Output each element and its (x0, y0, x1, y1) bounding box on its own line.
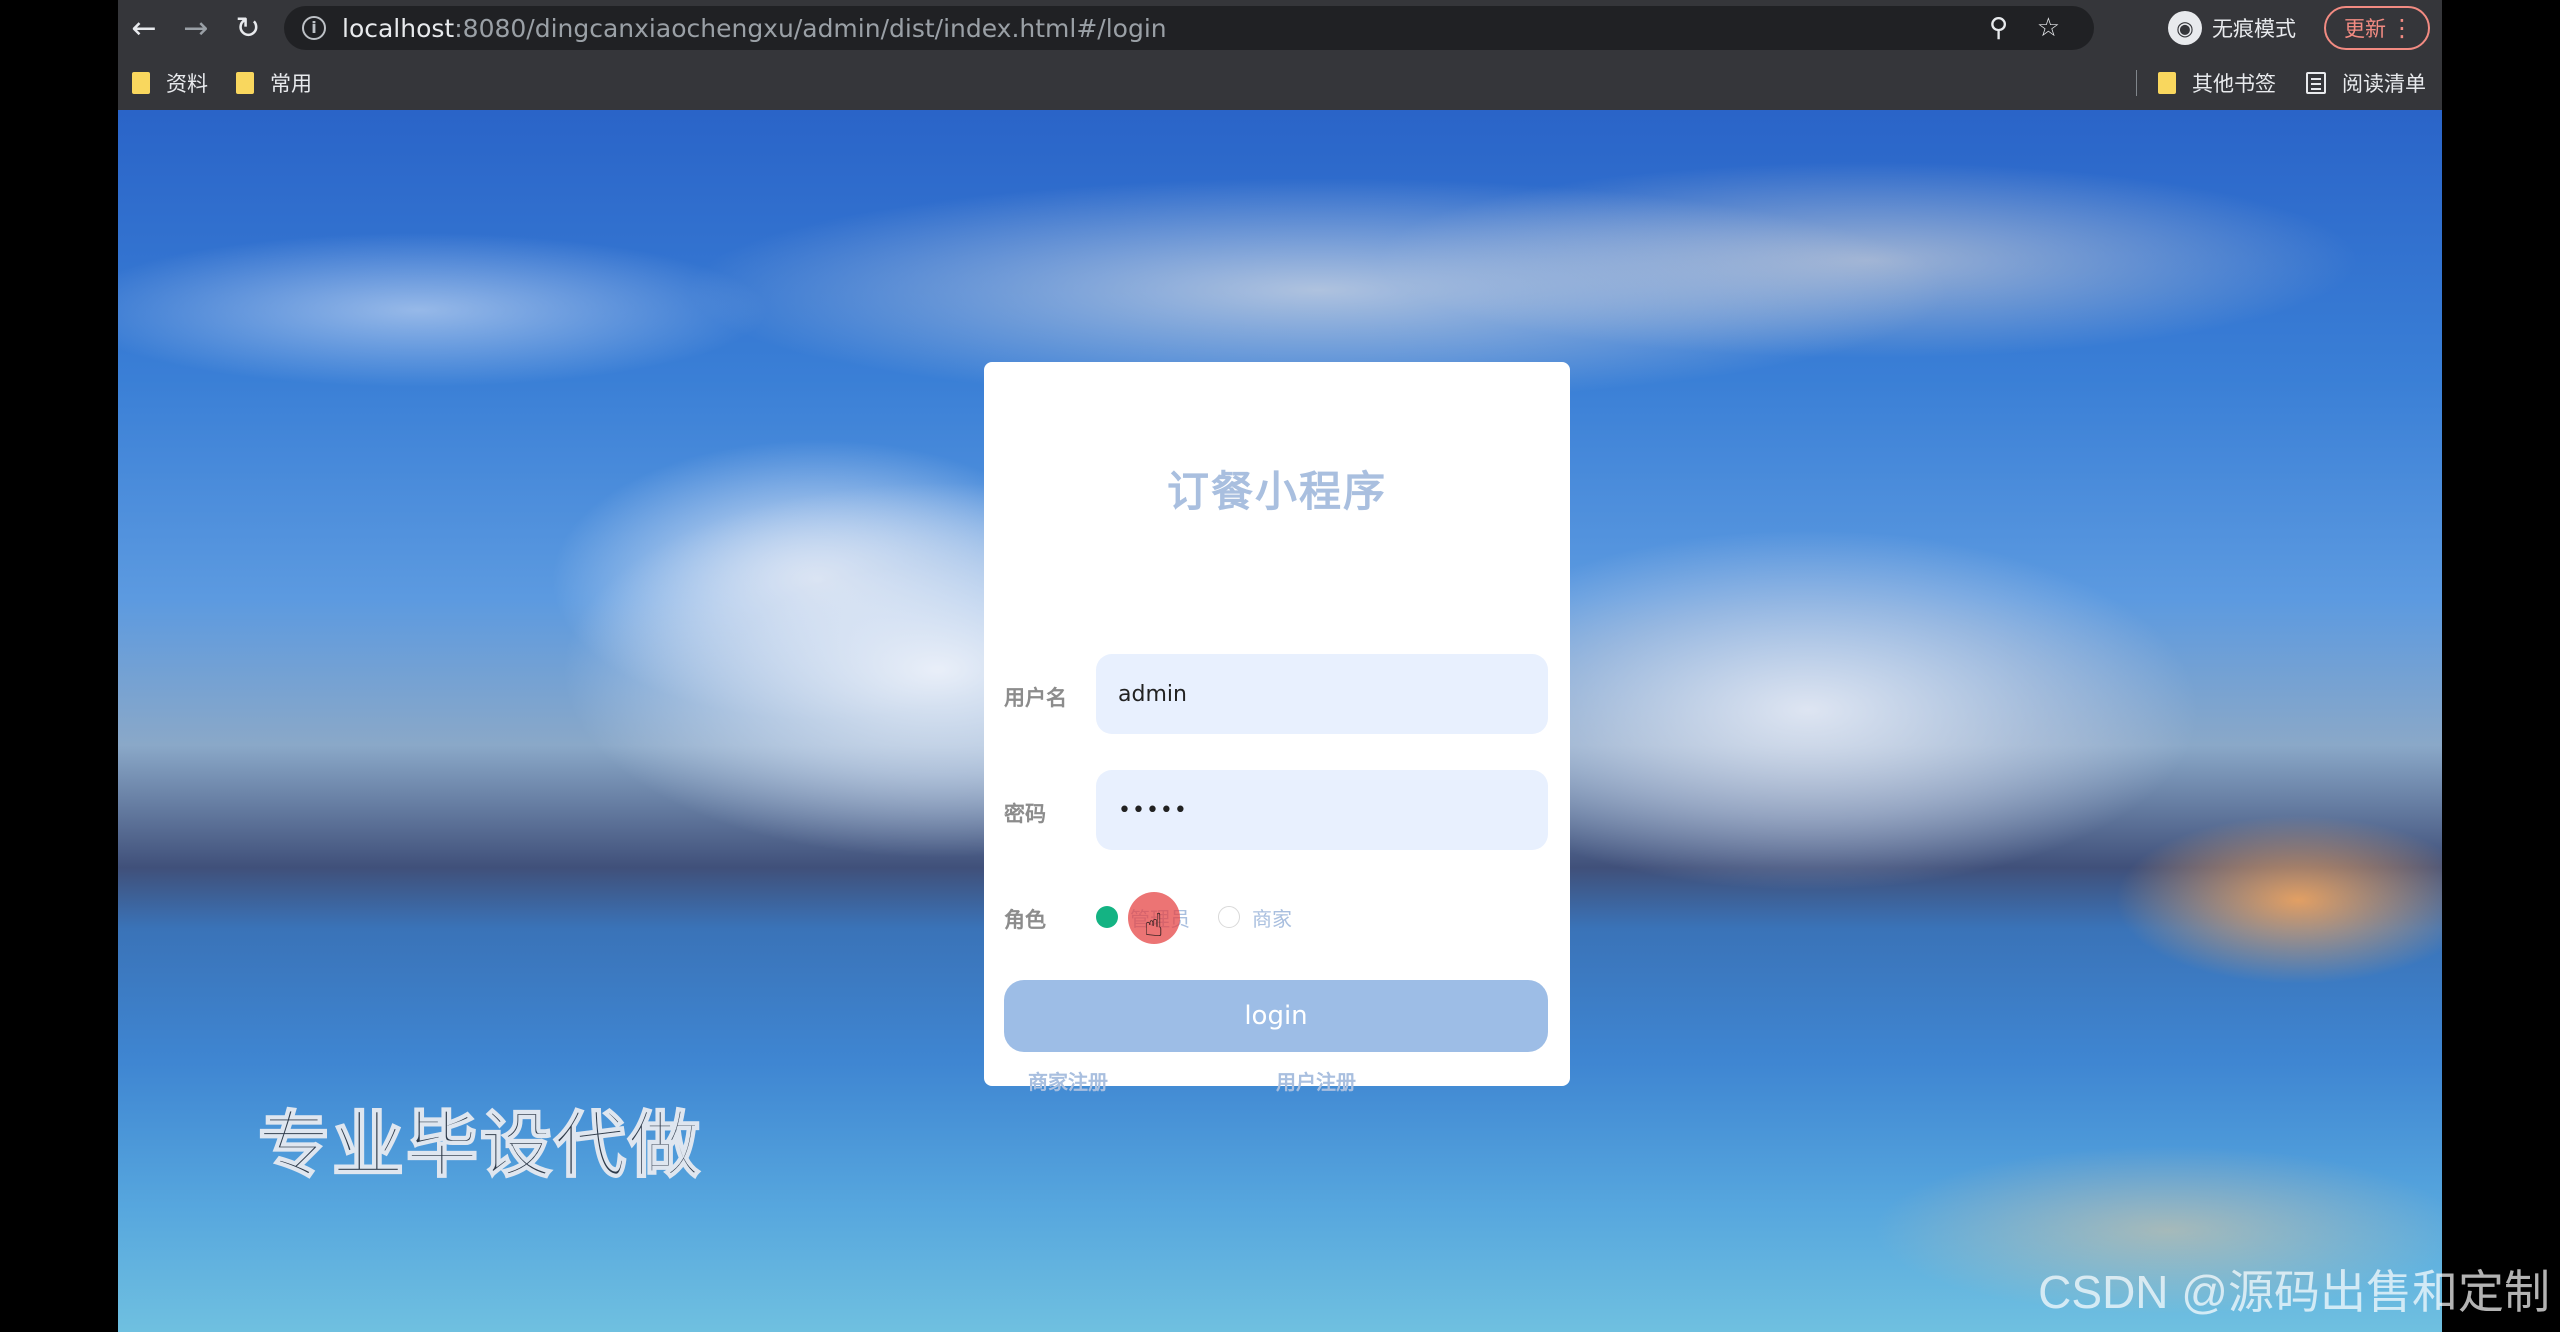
other-bookmarks-label: 其他书签 (2192, 72, 2276, 96)
login-button[interactable]: login (1004, 980, 1548, 1052)
key-icon[interactable]: ⚲ (1989, 13, 2008, 43)
update-label: 更新 (2344, 17, 2386, 41)
incognito-label: 无痕模式 (2212, 17, 2296, 41)
update-button[interactable]: 更新 ⋮ (2324, 6, 2430, 50)
folder-icon (236, 72, 254, 94)
csdn-watermark: CSDN @源码出售和定制 (2038, 1266, 2550, 1318)
url-path: :8080/dingcanxiaochengxu/admin/dist/inde… (454, 13, 1167, 43)
bookmark-folder-changyong[interactable]: 常用 (236, 68, 312, 98)
reading-list-icon (2306, 72, 2326, 94)
password-input[interactable] (1096, 770, 1548, 850)
role-label-merchant[interactable]: 商家 (1252, 903, 1292, 932)
role-radio-merchant[interactable] (1218, 906, 1240, 928)
bookmark-label: 资料 (166, 72, 208, 96)
address-bar[interactable]: i localhost:8080/dingcanxiaochengxu/admi… (284, 6, 2094, 50)
login-card: 订餐小程序 用户名 密码 角色 管理员 商家 ☝ login 商家注册 用户注册 (984, 362, 1570, 1094)
promo-overlay-text: 专业毕设代做 (257, 1102, 703, 1188)
user-register-link[interactable]: 用户注册 (1276, 1066, 1356, 1095)
url-host: localhost (342, 13, 455, 43)
role-label: 角色 (1004, 908, 1046, 932)
username-input[interactable] (1096, 654, 1548, 734)
bookmarks-bar: 资料 常用 其他书签 阅读清单 (118, 56, 2442, 110)
browser-toolbar: ← → ↻ i localhost:8080/dingcanxiaochengx… (118, 0, 2442, 56)
video-frame: ← → ↻ i localhost:8080/dingcanxiaochengx… (0, 0, 2560, 1332)
reading-list[interactable]: 阅读清单 (2306, 68, 2426, 98)
reading-list-label: 阅读清单 (2342, 72, 2426, 96)
folder-icon (2158, 72, 2176, 94)
incognito-indicator[interactable]: ◉ 无痕模式 (2168, 8, 2296, 48)
forward-arrow-icon[interactable]: → (170, 0, 222, 56)
bookmark-folder-ziliao[interactable]: 资料 (132, 68, 208, 98)
hand-cursor-icon: ☝ (1144, 906, 1164, 944)
other-bookmarks[interactable]: 其他书签 (2158, 68, 2276, 98)
folder-icon (132, 72, 150, 94)
role-radio-admin[interactable] (1096, 906, 1118, 928)
back-arrow-icon[interactable]: ← (118, 0, 170, 56)
bookmark-label: 常用 (270, 72, 312, 96)
star-icon[interactable]: ☆ (2037, 13, 2060, 43)
site-info-icon[interactable]: i (302, 16, 326, 40)
incognito-icon: ◉ (2168, 11, 2202, 45)
merchant-register-link[interactable]: 商家注册 (1028, 1066, 1108, 1095)
kebab-menu-icon[interactable]: ⋮ (2390, 14, 2414, 42)
password-label: 密码 (1004, 802, 1046, 826)
username-label: 用户名 (1004, 686, 1067, 710)
reload-icon[interactable]: ↻ (222, 0, 274, 56)
page-title: 订餐小程序 (1166, 467, 1387, 516)
bookmarks-separator (2136, 70, 2137, 96)
